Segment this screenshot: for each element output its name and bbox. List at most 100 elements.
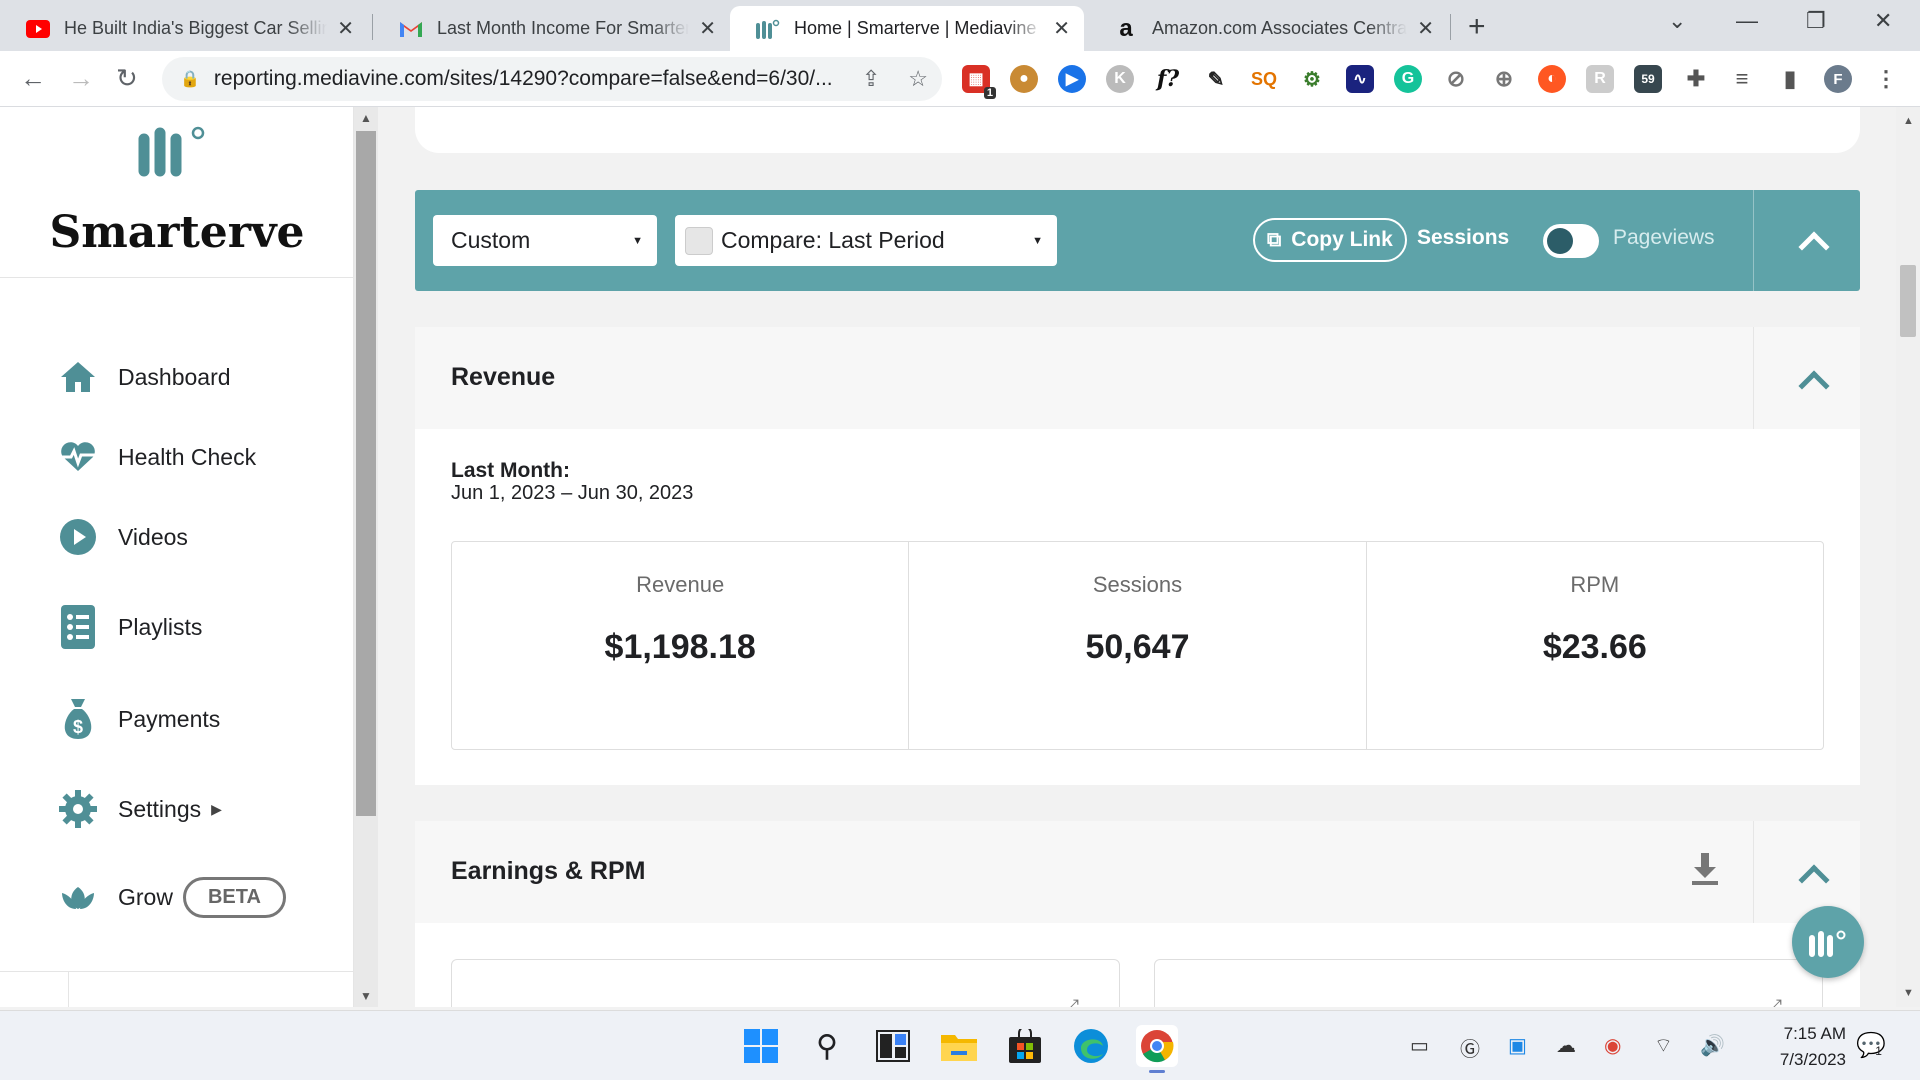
tab-mediavine[interactable]: Home | Smarterve | Mediavine Da ✕ [730, 6, 1084, 51]
sidebar-item-playlists[interactable]: Playlists [58, 605, 202, 649]
close-tab-icon[interactable]: ✕ [337, 16, 354, 41]
puzzle-extensions-icon[interactable]: ✚ [1682, 65, 1710, 93]
system-clock[interactable]: 7:15 AM 7/3/2023 [1726, 1021, 1846, 1073]
more-menu-icon[interactable]: ⋮ [1872, 65, 1900, 93]
calendar-tray-icon[interactable]: ▣ [1508, 1033, 1527, 1058]
side-panel-icon[interactable]: ▮ [1776, 65, 1804, 93]
font-extension-icon[interactable]: f? [1154, 65, 1182, 93]
back-icon[interactable]: ← [20, 63, 46, 94]
close-tab-icon[interactable]: ✕ [1417, 16, 1434, 41]
sidebar-scrollbar[interactable]: ▲ ▼ [354, 107, 378, 1007]
calendar-extension-icon[interactable]: ▦ 1 [962, 65, 996, 99]
blocked-extension-icon[interactable]: ⊘ [1442, 65, 1470, 93]
media-control-icon[interactable]: ≡ [1728, 65, 1756, 93]
site-brand: Smarterve [49, 207, 305, 258]
profile-avatar[interactable]: F [1824, 65, 1852, 93]
url-text[interactable]: reporting.mediavine.com/sites/14290?comp… [214, 67, 848, 91]
grammarly-icon[interactable]: G [1394, 65, 1422, 93]
widgets-icon[interactable] [872, 1025, 914, 1067]
scroll-down-icon[interactable]: ▼ [360, 989, 372, 1003]
volume-icon[interactable]: 🔊 [1700, 1033, 1725, 1058]
lock-icon[interactable]: 🔒 [180, 69, 200, 89]
share-icon[interactable]: ⇪ [862, 66, 880, 92]
amazon-icon: a [1119, 14, 1133, 42]
list-icon [58, 605, 98, 649]
mediavine-logo-icon [138, 121, 208, 177]
scroll-down-icon[interactable]: ▼ [1903, 987, 1914, 999]
page-scrollbar[interactable]: ▲ ▼ [1896, 107, 1920, 1007]
notification-center-icon[interactable]: 💬 1 [1856, 1031, 1886, 1060]
expand-icon[interactable]: ⤢ [1065, 996, 1079, 1007]
collapse-earnings-icon[interactable] [1798, 864, 1830, 896]
windows-start-icon[interactable] [740, 1025, 782, 1067]
compare-checkbox[interactable] [685, 226, 713, 255]
date-range-select[interactable]: Custom ▼ [433, 215, 657, 266]
scroll-up-icon[interactable]: ▲ [1903, 115, 1914, 127]
download-icon[interactable] [1691, 853, 1719, 890]
close-window-icon[interactable]: ✕ [1874, 8, 1892, 34]
mediavine-icon [756, 17, 780, 41]
sessions-pageviews-toggle[interactable] [1543, 224, 1599, 258]
chrome-browser-icon[interactable] [1136, 1025, 1178, 1073]
reload-icon[interactable]: ↻ [116, 63, 138, 94]
bookmark-star-icon[interactable]: ☆ [908, 66, 928, 92]
tab-amazon[interactable]: a Amazon.com Associates Central ✕ [1088, 6, 1448, 51]
microsoft-store-icon[interactable] [1004, 1025, 1046, 1067]
collapse-revenue-icon[interactable] [1798, 370, 1830, 402]
tools-extension-icon[interactable]: ⚙ [1298, 65, 1326, 93]
minimize-icon[interactable]: — [1736, 8, 1758, 34]
tab-search-icon[interactable]: ⌄ [1668, 8, 1686, 34]
file-explorer-icon[interactable] [938, 1025, 980, 1067]
browser-toolbar: ← → ↻ 🔒 reporting.mediavine.com/sites/14… [0, 51, 1920, 107]
metric-rpm: RPM $23.66 [1542, 572, 1647, 666]
sidebar-item-settings[interactable]: Settings ▶ [58, 789, 222, 829]
tab-youtube[interactable]: He Built India's Biggest Car Sellin ✕ [0, 6, 368, 51]
sidebar-item-dashboard[interactable]: Dashboard [58, 357, 231, 397]
chrome-tray-icon[interactable]: ◉ [1604, 1033, 1621, 1058]
close-tab-icon[interactable]: ✕ [1053, 16, 1070, 41]
sidebar-scrollbar-thumb[interactable] [356, 131, 376, 816]
orange-extension-icon[interactable]: ◐ [1538, 65, 1566, 93]
seo-extension-icon[interactable]: SQ [1250, 65, 1278, 93]
main-content: Custom ▼ Compare: Last Period ▼ ⧉ Copy L… [378, 107, 1896, 1007]
restore-icon[interactable]: ❐ [1806, 8, 1826, 34]
tablet-mode-icon[interactable]: ▭ [1410, 1033, 1429, 1058]
k-extension-icon[interactable]: K [1106, 65, 1134, 93]
sidebar-item-videos[interactable]: Videos [58, 517, 188, 557]
revenue-title: Revenue [451, 363, 556, 391]
windows-taskbar: ⚲ ▭ Ⓖ ▣ ☁ ◉ ⌔ 🔊 7:15 AM 7/3/2023 💬 1 [0, 1010, 1920, 1080]
onedrive-icon[interactable]: ☁ [1556, 1033, 1576, 1058]
svg-text:$: $ [73, 717, 83, 737]
tab-gmail[interactable]: Last Month Income For Smarterv ✕ [373, 6, 730, 51]
analytics-extension-icon[interactable]: ∿ [1346, 65, 1374, 93]
gear-icon [58, 789, 98, 829]
scroll-up-icon[interactable]: ▲ [360, 111, 372, 125]
sidebar-item-health-check[interactable]: Health Check [58, 437, 256, 477]
r-extension-icon[interactable]: R [1586, 65, 1614, 93]
rpm-chart-panel: ⤢ [1154, 959, 1823, 1007]
compare-select[interactable]: Compare: Last Period ▼ [675, 215, 1057, 266]
sidebar-item-grow[interactable]: Grow BETA [58, 877, 286, 918]
youtube-icon [26, 17, 50, 41]
video-extension-icon[interactable]: ▶ [1058, 65, 1086, 93]
sidebar-item-payments[interactable]: $ Payments [58, 699, 220, 739]
close-tab-icon[interactable]: ✕ [699, 16, 716, 41]
edge-browser-icon[interactable] [1070, 1025, 1112, 1067]
copy-link-button[interactable]: ⧉ Copy Link [1253, 218, 1407, 262]
address-bar[interactable]: 🔒 reporting.mediavine.com/sites/14290?co… [162, 57, 942, 101]
wifi-icon[interactable]: ⌔ [1654, 1033, 1673, 1058]
mediavine-help-button[interactable] [1792, 906, 1864, 978]
search-icon[interactable]: ⚲ [806, 1025, 848, 1067]
gmail-icon [399, 17, 423, 41]
expand-icon[interactable]: ⤢ [1768, 996, 1782, 1007]
forward-icon[interactable]: → [68, 63, 94, 94]
counter-extension-icon[interactable]: 59 [1634, 65, 1662, 93]
globe-extension-icon[interactable]: ⊕ [1490, 65, 1518, 93]
cookie-extension-icon[interactable]: ● [1010, 65, 1038, 93]
new-tab-icon[interactable]: + [1468, 10, 1486, 44]
collapse-filters-icon[interactable] [1798, 231, 1830, 263]
eyedropper-extension-icon[interactable]: ✎ [1202, 65, 1230, 93]
browser-tab-bar: He Built India's Biggest Car Sellin ✕ La… [0, 0, 1920, 51]
grammarly-tray-icon[interactable]: Ⓖ [1460, 1033, 1480, 1062]
page-scrollbar-thumb[interactable] [1900, 265, 1916, 337]
